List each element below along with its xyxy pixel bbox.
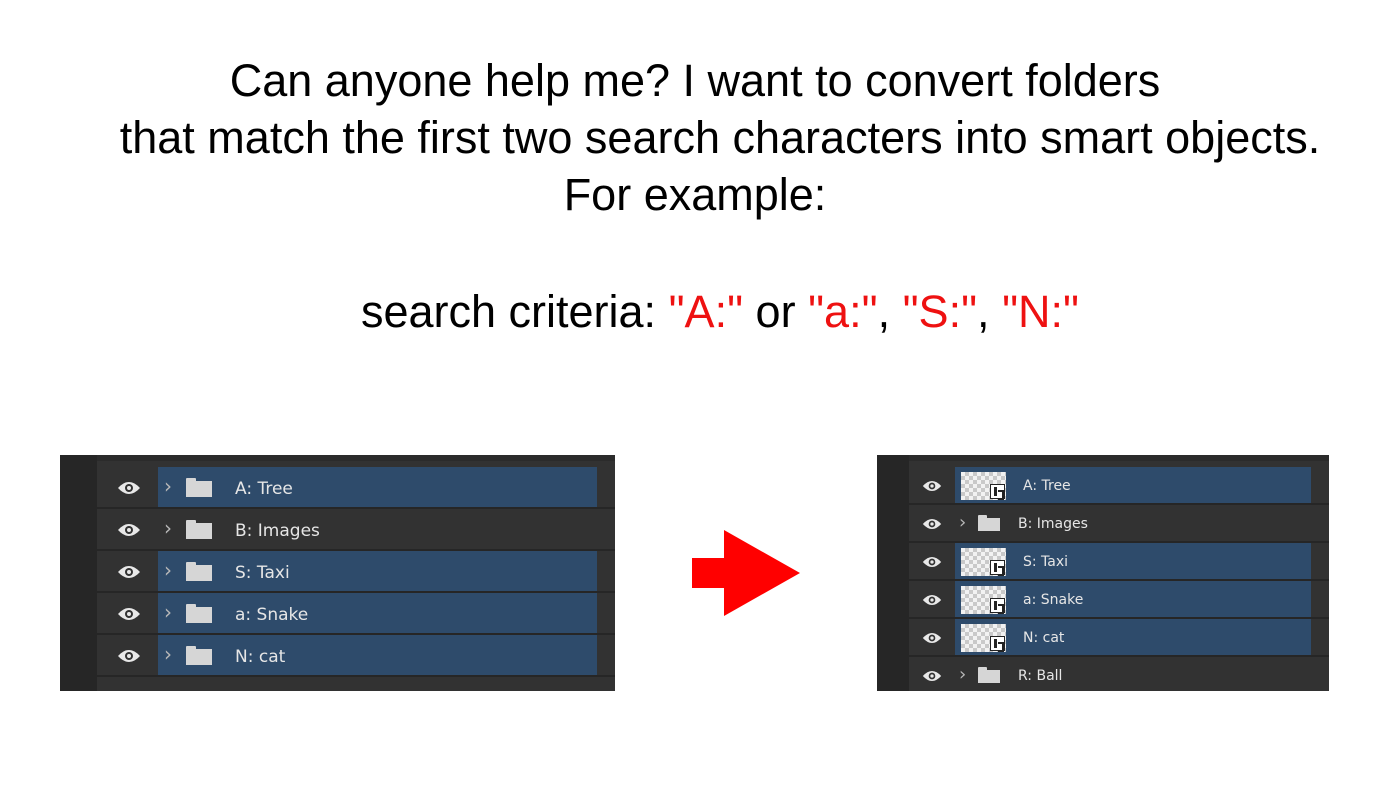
chevron-right-icon[interactable]: › <box>959 664 966 685</box>
folder-icon <box>186 478 212 497</box>
layer-row-after[interactable]: N: cat <box>877 619 1329 657</box>
chevron-right-icon[interactable]: › <box>164 642 172 666</box>
folder-icon <box>186 562 212 581</box>
chevron-right-icon[interactable]: › <box>164 474 172 498</box>
criteria-label: search criteria: <box>360 286 669 337</box>
folder-icon <box>978 667 1000 683</box>
folder-icon <box>186 646 212 665</box>
layer-row-after[interactable]: a: Snake <box>877 581 1329 619</box>
layer-row-before[interactable]: › a: Snake <box>60 593 615 635</box>
eye-icon[interactable] <box>922 517 942 531</box>
layer-name[interactable]: R: Ball <box>1018 668 1062 684</box>
panel-top-border <box>60 455 615 461</box>
layers-panel-after: A: Tree › B: Images S: Taxi a: Snake N: … <box>877 455 1329 691</box>
layer-row-after[interactable]: › R: Ball <box>877 657 1329 691</box>
eye-icon[interactable] <box>922 555 942 569</box>
eye-icon[interactable] <box>922 479 942 493</box>
search-criteria: search criteria: "A:" or "a:", "S:", "N:… <box>0 283 1390 340</box>
chevron-right-icon[interactable]: › <box>164 600 172 624</box>
smart-object-thumbnail-icon <box>961 472 1006 500</box>
eye-icon[interactable] <box>117 480 141 496</box>
chevron-right-icon[interactable]: › <box>164 558 172 582</box>
layer-row-before[interactable]: › N: cat <box>60 635 615 677</box>
question-text: Can anyone help me? I want to convert fo… <box>0 52 1390 223</box>
criteria-term-s: "S:" <box>902 286 978 337</box>
layer-name[interactable]: S: Taxi <box>235 563 290 583</box>
criteria-separator-2: , <box>977 286 1003 337</box>
chevron-right-icon[interactable]: › <box>959 512 966 533</box>
criteria-separator-1: , <box>877 286 903 337</box>
layer-row-after[interactable]: A: Tree <box>877 467 1329 505</box>
layer-name[interactable]: N: cat <box>1023 630 1064 646</box>
arrow-right-icon <box>692 530 800 616</box>
question-line-3: For example: <box>563 169 827 220</box>
folder-icon <box>186 604 212 623</box>
eye-icon[interactable] <box>117 648 141 664</box>
layer-name[interactable]: B: Images <box>235 521 320 541</box>
layer-row-before[interactable]: › A: Tree <box>60 467 615 509</box>
chevron-right-icon[interactable]: › <box>164 516 172 540</box>
panel-top-border <box>877 455 1329 461</box>
layer-row-after[interactable]: › B: Images <box>877 505 1329 543</box>
folder-icon <box>978 515 1000 531</box>
question-line-1: Can anyone help me? I want to convert fo… <box>229 55 1161 106</box>
layer-name[interactable]: N: cat <box>235 647 285 667</box>
layer-row-after[interactable]: S: Taxi <box>877 543 1329 581</box>
eye-icon[interactable] <box>117 606 141 622</box>
question-line-2: that match the first two search characte… <box>119 112 1321 163</box>
criteria-or: or <box>743 286 809 337</box>
criteria-term-a-upper: "A:" <box>668 286 744 337</box>
folder-icon <box>186 520 212 539</box>
criteria-term-n: "N:" <box>1002 286 1080 337</box>
eye-icon[interactable] <box>117 564 141 580</box>
layer-name[interactable]: B: Images <box>1018 516 1088 532</box>
smart-object-thumbnail-icon <box>961 548 1006 576</box>
layer-name[interactable]: a: Snake <box>235 605 308 625</box>
layer-name[interactable]: a: Snake <box>1023 592 1083 608</box>
eye-icon[interactable] <box>922 593 942 607</box>
layer-name[interactable]: S: Taxi <box>1023 554 1068 570</box>
layer-row-before[interactable]: › B: Images <box>60 509 615 551</box>
layer-row-before[interactable]: › S: Taxi <box>60 551 615 593</box>
criteria-term-a-lower: "a:" <box>808 286 878 337</box>
eye-icon[interactable] <box>117 522 141 538</box>
layer-name[interactable]: A: Tree <box>1023 478 1071 494</box>
smart-object-thumbnail-icon <box>961 586 1006 614</box>
smart-object-thumbnail-icon <box>961 624 1006 652</box>
layers-panel-before: › A: Tree › B: Images › S: Taxi › a: Sna… <box>60 455 615 691</box>
eye-icon[interactable] <box>922 631 942 645</box>
eye-icon[interactable] <box>922 669 942 683</box>
layer-name[interactable]: A: Tree <box>235 479 293 499</box>
